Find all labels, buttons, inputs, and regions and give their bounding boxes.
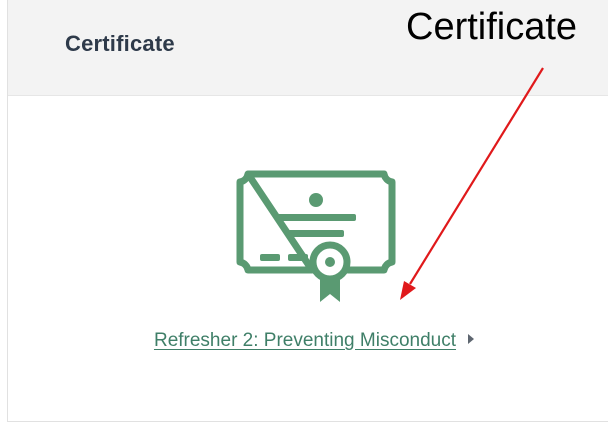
card-title: Certificate bbox=[65, 31, 175, 56]
caret-right-icon[interactable] bbox=[468, 334, 475, 344]
certificate-card: Certificate Refresher 2: Preventing Misc… bbox=[7, 0, 608, 422]
certificate-link-row: Refresher 2: Preventing Misconduct bbox=[8, 330, 608, 352]
certificate-icon bbox=[236, 170, 396, 302]
screenshot-stage: Certificate Refresher 2: Preventing Misc… bbox=[0, 0, 608, 432]
annotation-label: Certificate bbox=[406, 6, 578, 48]
certificate-link[interactable]: Refresher 2: Preventing Misconduct bbox=[154, 330, 456, 351]
